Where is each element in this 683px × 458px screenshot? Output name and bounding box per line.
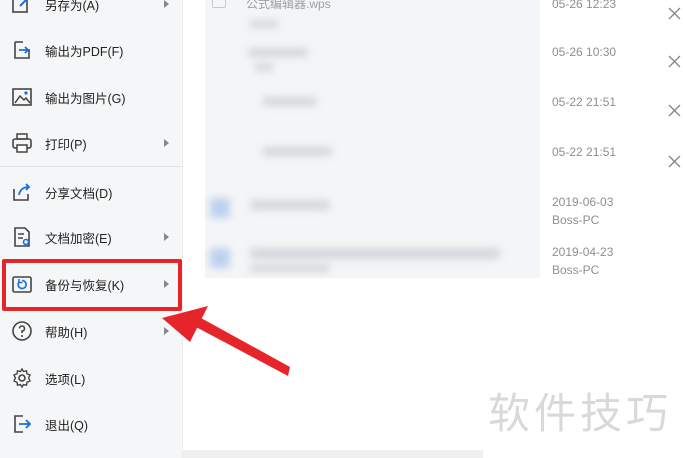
submenu-arrow-icon — [164, 327, 169, 335]
submenu-arrow-icon — [164, 233, 169, 241]
file-time: 05-26 10:30 — [552, 45, 617, 59]
file-device: Boss-PC — [552, 213, 600, 227]
blurred-file-row[interactable] — [250, 248, 500, 259]
file-time: 2019-06-03 — [552, 195, 614, 209]
close-icon[interactable] — [668, 104, 681, 117]
menu-item-label: 输出为图片(G) — [45, 91, 126, 106]
blurred-file-row[interactable] — [262, 97, 317, 106]
file-time: 05-22 21:51 — [552, 145, 617, 159]
file-time: 05-22 21:51 — [552, 95, 617, 109]
save-as-icon — [12, 0, 28, 13]
menu-item-help[interactable]: 帮助(H) — [0, 311, 183, 351]
submenu-arrow-icon — [164, 0, 169, 8]
blurred-file-row[interactable] — [250, 200, 330, 210]
menu-item-exit[interactable]: 退出(Q) — [0, 404, 183, 444]
document-icon — [212, 0, 226, 8]
menu-item-export-pdf[interactable]: 输出为PDF(F) — [0, 30, 183, 70]
file-time: 2019-04-23 — [552, 245, 614, 259]
blurred-file-row[interactable] — [250, 264, 330, 272]
close-icon[interactable] — [668, 7, 681, 20]
encrypt-doc-icon — [14, 227, 30, 247]
menu-item-label: 退出(Q) — [45, 418, 89, 433]
menu-item-print[interactable]: 打印(P) — [0, 123, 183, 163]
bottom-scroll-area — [183, 450, 483, 458]
exit-icon — [14, 415, 32, 433]
menu-item-label: 文档加密(E) — [45, 231, 112, 246]
blurred-file-row[interactable] — [254, 63, 274, 71]
file-device: Boss-PC — [552, 263, 600, 277]
menu-divider — [0, 166, 183, 167]
menu-item-share[interactable]: 分享文档(D) — [0, 172, 183, 212]
close-icon[interactable] — [668, 55, 681, 68]
file-name[interactable]: 公式编辑器.wps — [246, 0, 331, 12]
menu-item-options[interactable]: 选项(L) — [0, 358, 183, 398]
menu-item-export-image[interactable]: 输出为图片(G) — [0, 77, 183, 117]
gear-icon — [13, 367, 31, 389]
highlight-box — [2, 259, 182, 311]
menu-item-label: 另存为(A) — [45, 0, 100, 13]
blurred-file-icon — [210, 248, 230, 268]
printer-icon — [12, 133, 32, 153]
blurred-file-row[interactable] — [248, 48, 308, 57]
close-icon[interactable] — [668, 155, 681, 168]
image-export-icon — [12, 88, 32, 106]
menu-item-label: 分享文档(D) — [45, 186, 113, 201]
menu-item-label: 帮助(H) — [45, 325, 88, 340]
file-menu-panel: 另存为(A) 输出为PDF(F) 输出为图片(G) 打印(P) 分享文档(D) … — [0, 0, 183, 458]
menu-item-label: 输出为PDF(F) — [45, 44, 124, 59]
blurred-file-icon — [210, 198, 230, 218]
blurred-file-row[interactable] — [250, 20, 278, 28]
watermark: 软件技巧 — [488, 389, 673, 438]
file-list-panel — [205, 0, 540, 278]
submenu-arrow-icon — [164, 139, 169, 147]
pdf-export-icon — [14, 41, 30, 59]
help-icon — [12, 321, 32, 341]
share-icon — [13, 183, 31, 201]
menu-item-encrypt[interactable]: 文档加密(E) — [0, 217, 183, 257]
menu-item-save-as[interactable]: 另存为(A) — [0, 0, 183, 24]
file-time: 05-26 12:23 — [552, 0, 617, 11]
menu-item-label: 选项(L) — [45, 372, 86, 387]
menu-item-label: 打印(P) — [45, 137, 87, 152]
blurred-file-row[interactable] — [262, 147, 332, 156]
